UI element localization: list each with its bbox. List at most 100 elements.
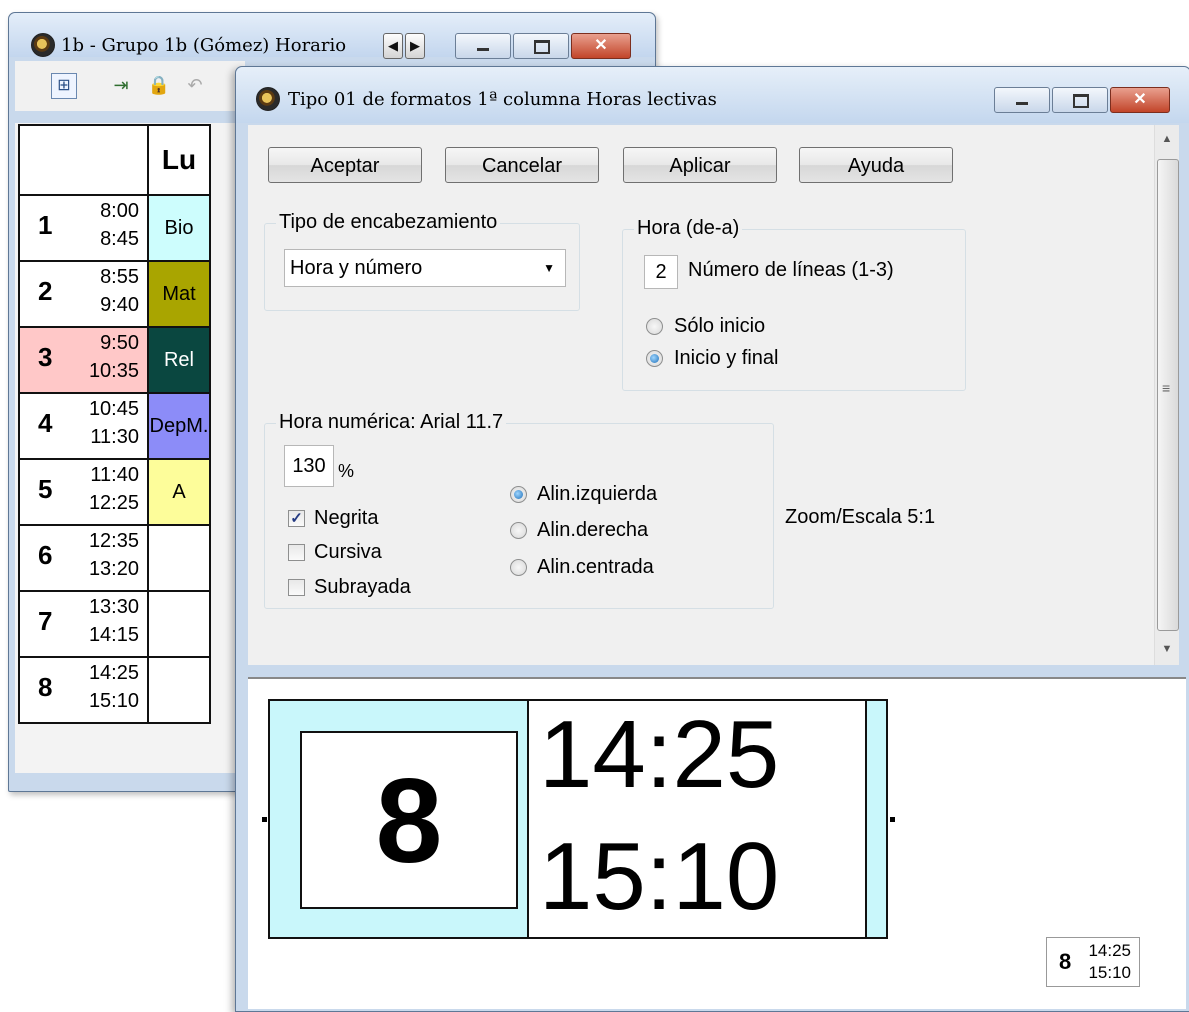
header-type-select[interactable]: Hora y número ▼ [284,249,566,287]
day-header: Lu [147,124,211,196]
align-left-radio[interactable] [510,486,527,503]
dialog-minimize-button[interactable] [994,87,1050,113]
period-number: 8 [38,672,53,702]
header-type-legend: Tipo de encabezamiento [276,211,501,234]
period-end-time: 10:35 [88,360,139,382]
subject-cell[interactable]: DepM. [147,392,211,460]
lock-icon[interactable]: 🔒 [147,73,171,97]
start-only-label[interactable]: Sólo inicio [674,315,765,338]
period-end-time: 13:20 [88,558,139,580]
period-cell[interactable]: 3 9:50 10:35 [18,326,149,394]
start-end-radio[interactable] [646,350,663,367]
period-number: 3 [38,342,53,372]
period-number: 1 [38,210,53,240]
dialog-maximize-button[interactable] [1052,87,1108,113]
align-right-radio[interactable] [510,522,527,539]
cancel-button[interactable]: Cancelar [445,147,599,183]
period-cell[interactable]: 6 12:35 13:20 [18,524,149,592]
italic-checkbox[interactable] [288,544,305,561]
subject-cell[interactable]: Mat [147,260,211,328]
align-center-radio[interactable] [510,559,527,576]
lines-count-input[interactable]: 2 [644,255,678,289]
start-only-radio[interactable] [646,318,663,335]
chevron-down-icon: ▼ [543,261,555,275]
preview-cell: 8 14:25 15:10 [268,699,888,939]
accept-button[interactable]: Aceptar [268,147,422,183]
period-number: 7 [38,606,53,636]
period-start-time: 9:50 [100,332,139,354]
underline-checkbox[interactable] [288,579,305,596]
period-cell[interactable]: 4 10:45 11:30 [18,392,149,460]
period-number: 4 [38,408,53,438]
subject-cell[interactable] [147,524,211,592]
apply-button[interactable]: Aplicar [623,147,777,183]
preview-end-time: 15:10 [539,823,780,930]
next-arrow-button[interactable]: ▶ [405,33,425,59]
clock-app-icon [256,87,280,111]
percent-input[interactable]: 130 [284,445,334,487]
schedule-window-titlebar[interactable]: 1b - Grupo 1b (Gómez) Horario ◀ ▶ ✕ [9,13,655,59]
zoom-scale-label: Zoom/Escala 5:1 [785,506,936,528]
close-button[interactable]: ✕ [571,33,631,59]
bold-label[interactable]: Negrita [314,507,378,530]
period-end-time: 12:25 [88,492,139,514]
grid-view-icon[interactable]: ⊞ [51,73,77,99]
maximize-icon [1073,94,1089,108]
italic-label[interactable]: Cursiva [314,541,382,564]
minimize-button[interactable] [455,33,511,59]
subject-cell[interactable]: Bio [147,194,211,262]
period-end-time: 11:30 [90,426,139,448]
import-icon[interactable]: ⇥ [109,73,133,97]
preview-thumbnail: 8 14:25 15:10 [1046,937,1140,987]
previous-arrow-button[interactable]: ◀ [383,33,403,59]
dialog-body: Aceptar Cancelar Aplicar Ayuda Tipo de e… [248,125,1154,665]
timetable-row: 5 11:40 12:25 A [18,458,211,526]
dialog-titlebar[interactable]: Tipo 01 de formatos 1ª columna Horas lec… [236,67,1189,123]
bold-checkbox[interactable]: ✓ [288,510,305,527]
minimize-icon [477,48,489,51]
preview-tick-right [890,817,895,822]
subject-cell[interactable] [147,590,211,658]
period-cell[interactable]: 8 14:25 15:10 [18,656,149,724]
preview-time-box: 14:25 15:10 [527,701,867,937]
undo-icon[interactable]: ↶ [183,73,207,97]
timetable-row: 1 8:00 8:45 Bio [18,194,211,262]
maximize-button[interactable] [513,33,569,59]
thumbnail-end-time: 15:10 [1088,963,1131,982]
dialog-title: Tipo 01 de formatos 1ª columna Horas lec… [288,89,717,110]
period-number: 5 [38,474,53,504]
preview-number: 8 [300,731,518,909]
period-end-time: 8:45 [100,228,139,250]
thumbnail-number: 8 [1059,949,1072,974]
subject-cell[interactable] [147,656,211,724]
align-left-label[interactable]: Alin.izquierda [537,483,657,506]
period-start-time: 8:00 [100,200,139,222]
scroll-up-arrow-icon[interactable]: ▲ [1155,133,1179,145]
close-icon: ✕ [1133,91,1147,108]
period-start-time: 13:30 [88,596,139,618]
help-button[interactable]: Ayuda [799,147,953,183]
period-start-time: 14:25 [88,662,139,684]
align-right-label[interactable]: Alin.derecha [537,519,648,542]
subject-cell[interactable]: Rel [147,326,211,394]
start-end-label[interactable]: Inicio y final [674,347,779,370]
scroll-grip-icon: ≡ [1162,380,1171,396]
period-cell[interactable]: 7 13:30 14:15 [18,590,149,658]
lines-count-label: Número de líneas (1-3) [688,259,894,281]
minimize-icon [1016,102,1028,105]
period-cell[interactable]: 5 11:40 12:25 [18,458,149,526]
timetable-row: 2 8:55 9:40 Mat [18,260,211,328]
vertical-scrollbar[interactable]: ▲ ≡ ▼ [1154,125,1179,665]
thumbnail-start-time: 14:25 [1088,941,1131,960]
scroll-down-arrow-icon[interactable]: ▼ [1155,643,1179,655]
timetable-row: 7 13:30 14:15 [18,590,211,658]
preview-start-time: 14:25 [539,701,780,808]
align-center-label[interactable]: Alin.centrada [537,556,654,579]
period-number: 6 [38,540,53,570]
close-icon: ✕ [594,37,608,54]
subject-cell[interactable]: A [147,458,211,526]
dialog-close-button[interactable]: ✕ [1110,87,1170,113]
period-cell[interactable]: 2 8:55 9:40 [18,260,149,328]
period-cell[interactable]: 1 8:00 8:45 [18,194,149,262]
underline-label[interactable]: Subrayada [314,576,411,599]
